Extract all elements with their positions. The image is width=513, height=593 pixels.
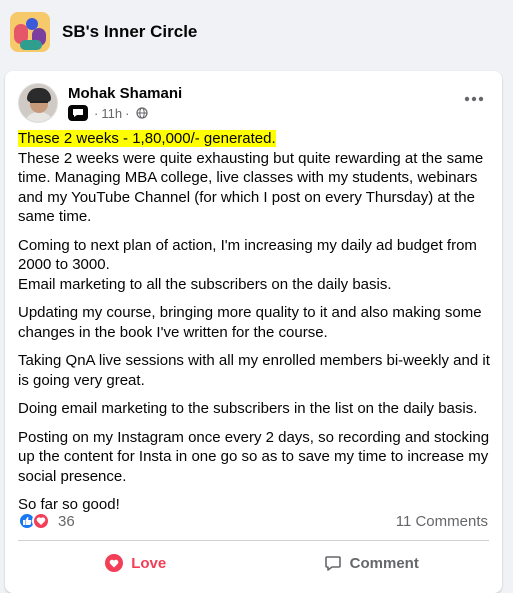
love-icon bbox=[105, 554, 124, 572]
post-meta: · 11h · bbox=[68, 105, 182, 121]
more-icon bbox=[464, 96, 484, 102]
comments-count-link[interactable]: 11 Comments bbox=[396, 513, 488, 530]
more-options-button[interactable] bbox=[460, 89, 488, 109]
post-paragraph: Posting on my Instagram once every 2 day… bbox=[18, 428, 490, 485]
globe-icon bbox=[136, 107, 149, 119]
reactions-summary[interactable]: 36 bbox=[18, 512, 75, 530]
love-reaction-icon bbox=[32, 512, 50, 530]
post-body: These 2 weeks - 1,80,000/- generated. Th… bbox=[18, 129, 492, 524]
author-name[interactable]: Mohak Shamani bbox=[68, 85, 182, 102]
group-avatar[interactable] bbox=[10, 11, 50, 52]
post-time[interactable]: 11h bbox=[101, 106, 122, 121]
post-header: Mohak Shamani · 11h · bbox=[18, 83, 182, 123]
post-paragraph: Taking QnA live sessions with all my enr… bbox=[18, 352, 490, 389]
post-stats: 36 11 Comments bbox=[18, 512, 488, 530]
group-name[interactable]: SB's Inner Circle bbox=[62, 22, 197, 42]
love-button[interactable]: Love bbox=[18, 545, 254, 581]
divider bbox=[18, 540, 489, 541]
comment-button-label: Comment bbox=[349, 554, 419, 572]
love-button-label: Love bbox=[131, 554, 167, 572]
reaction-count: 36 bbox=[58, 512, 75, 530]
group-header: SB's Inner Circle bbox=[0, 0, 513, 63]
comment-button[interactable]: Comment bbox=[254, 545, 490, 581]
comment-icon bbox=[324, 556, 341, 571]
post-paragraph: Doing email marketing to the subscribers… bbox=[18, 400, 478, 417]
chat-badge-icon bbox=[68, 105, 88, 121]
post-actions: Love Comment bbox=[18, 545, 489, 581]
post-headline: These 2 weeks - 1,80,000/- generated. bbox=[18, 130, 276, 147]
post-card: Mohak Shamani · 11h · These 2 weeks - 1,… bbox=[5, 71, 502, 593]
post-paragraph: Updating my course, bringing more qualit… bbox=[18, 304, 482, 341]
post-paragraph: These 2 weeks were quite exhausting but … bbox=[18, 149, 484, 226]
post-paragraph: Coming to next plan of action, I'm incre… bbox=[18, 236, 477, 293]
author-avatar[interactable] bbox=[18, 83, 58, 123]
